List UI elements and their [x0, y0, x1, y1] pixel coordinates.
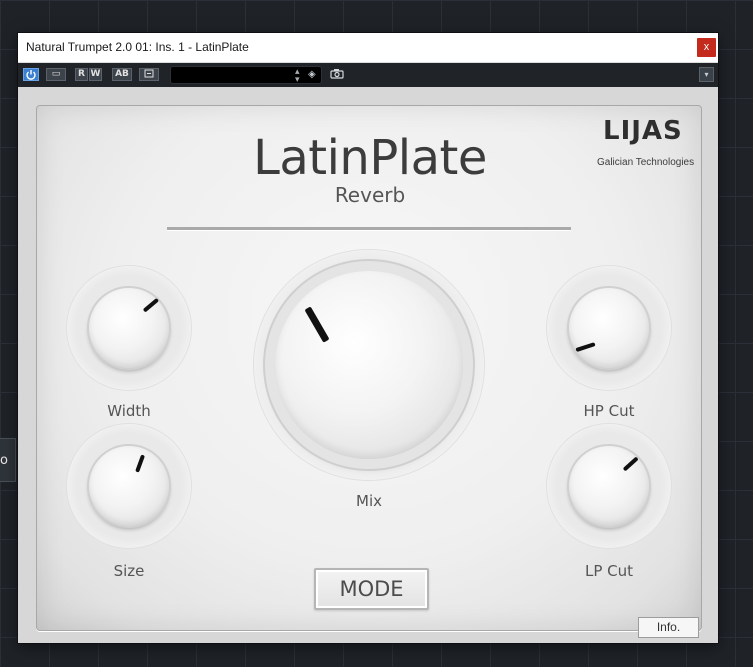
- read-automation-button[interactable]: R: [75, 68, 88, 81]
- preset-field[interactable]: ▴ ▾ ◈: [170, 66, 322, 84]
- mode-button[interactable]: MODE: [314, 568, 429, 610]
- logo-maker: Galician Technologies: [597, 157, 695, 168]
- power-icon: [26, 70, 36, 80]
- chevron-down-icon: ▾: [704, 70, 709, 79]
- plugin-window: Natural Trumpet 2.0 01: Ins. 1 - LatinPl…: [18, 33, 718, 643]
- size-label: Size: [113, 562, 145, 580]
- write-automation-button[interactable]: W: [89, 68, 102, 81]
- plugin-subtitle: Reverb: [334, 183, 406, 207]
- hp-cut-knob[interactable]: [569, 288, 649, 368]
- plugin-toolbar: ▭ R W AB ▴ ▾ ◈ ▾: [18, 63, 718, 87]
- plugin-panel: LatinPlate Reverb LIJAS Galician Technol…: [36, 105, 702, 638]
- mix-knob-indicator: [304, 306, 330, 343]
- close-button[interactable]: x: [697, 38, 716, 57]
- title-bar[interactable]: Natural Trumpet 2.0 01: Ins. 1 - LatinPl…: [18, 33, 718, 63]
- settings-dropdown-button[interactable]: ▾: [699, 67, 714, 82]
- mix-label: Mix: [356, 492, 382, 510]
- size-knob-indicator: [135, 454, 146, 473]
- hp-cut-knob-indicator: [575, 342, 596, 353]
- compare-icon: ▭: [51, 69, 61, 79]
- size-knob[interactable]: [89, 446, 169, 526]
- copy-button[interactable]: [139, 68, 159, 81]
- width-knob[interactable]: [89, 288, 169, 368]
- hp-cut-label: HP Cut: [583, 402, 635, 420]
- lijas-logo: LIJAS Galician Technologies: [597, 116, 697, 172]
- lp-cut-label: LP Cut: [584, 562, 634, 580]
- power-button[interactable]: [23, 68, 39, 81]
- track-stub-label: o: [0, 453, 8, 468]
- info-button[interactable]: Info.: [638, 617, 699, 638]
- plugin-panel-frame: LatinPlate Reverb LIJAS Galician Technol…: [18, 87, 718, 643]
- width-label: Width: [107, 402, 151, 420]
- logo-mark: LIJAS: [603, 116, 683, 146]
- copy-icon: [144, 69, 154, 78]
- tag-icon[interactable]: ◈: [308, 69, 316, 80]
- window-title: Natural Trumpet 2.0 01: Ins. 1 - LatinPl…: [26, 40, 249, 54]
- lp-cut-knob[interactable]: [569, 446, 649, 526]
- camera-icon[interactable]: [330, 68, 344, 82]
- daw-track-stub: o: [0, 438, 16, 482]
- bypass-button[interactable]: ▭: [46, 68, 66, 81]
- width-knob-indicator: [142, 297, 160, 313]
- lp-cut-knob-indicator: [622, 456, 639, 472]
- mix-knob[interactable]: [275, 271, 463, 459]
- header-divider: [167, 227, 571, 231]
- ab-compare-button[interactable]: AB: [112, 68, 132, 81]
- preset-arrows-icon[interactable]: ▴ ▾: [295, 67, 300, 84]
